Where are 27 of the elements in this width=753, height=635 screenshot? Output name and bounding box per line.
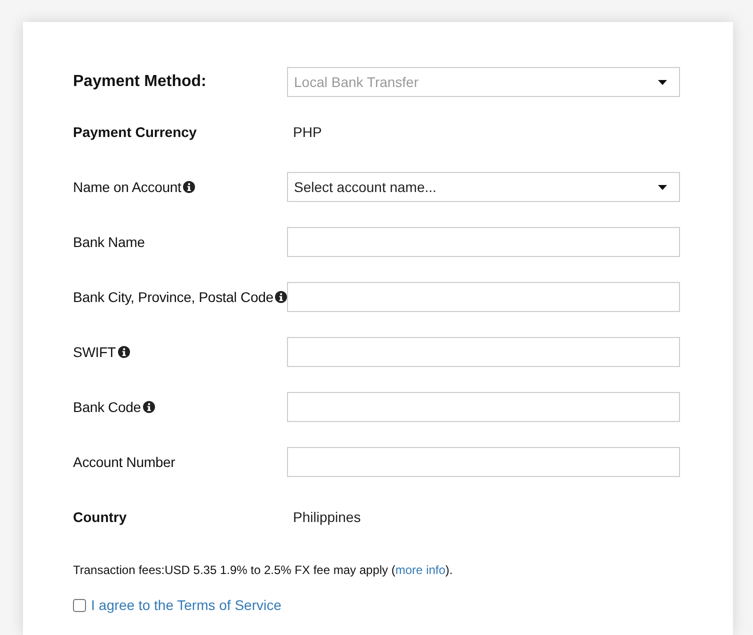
field-label: Country bbox=[73, 509, 127, 525]
fee-note: Transaction fees:USD 5.35 1.9% to 2.5% FX fee may apply (more info). bbox=[73, 562, 454, 578]
text-field[interactable] bbox=[287, 227, 680, 257]
text-field[interactable] bbox=[287, 337, 680, 367]
field-value: PHP bbox=[293, 124, 322, 140]
field-value: Philippines bbox=[293, 509, 361, 525]
text-field[interactable] bbox=[287, 282, 680, 312]
field-label: Name on Account bbox=[73, 179, 182, 195]
field-label: Bank Code bbox=[73, 399, 141, 415]
info-icon[interactable] bbox=[142, 401, 155, 413]
terms-link[interactable]: I agree to the Terms of Service bbox=[91, 597, 282, 613]
info-icon[interactable] bbox=[118, 346, 130, 358]
field-label: Payment Currency bbox=[73, 124, 197, 140]
agree-checkbox[interactable] bbox=[73, 598, 86, 612]
text-field[interactable] bbox=[287, 447, 680, 477]
field-label: Payment Method: bbox=[73, 73, 206, 91]
field-label: Bank City, Province, Postal Code bbox=[73, 289, 274, 305]
caret-icon bbox=[658, 80, 667, 84]
info-icon[interactable] bbox=[275, 291, 288, 303]
info-icon[interactable] bbox=[183, 181, 196, 193]
field-label: SWIFT bbox=[73, 344, 116, 360]
field-label: Account Number bbox=[73, 454, 176, 470]
more-info-link[interactable]: more info bbox=[395, 563, 446, 577]
caret-icon bbox=[658, 184, 667, 190]
field-label: Bank Name bbox=[73, 234, 145, 250]
dropdown-select[interactable]: Select account name... bbox=[287, 172, 680, 202]
text-field[interactable] bbox=[287, 392, 680, 422]
